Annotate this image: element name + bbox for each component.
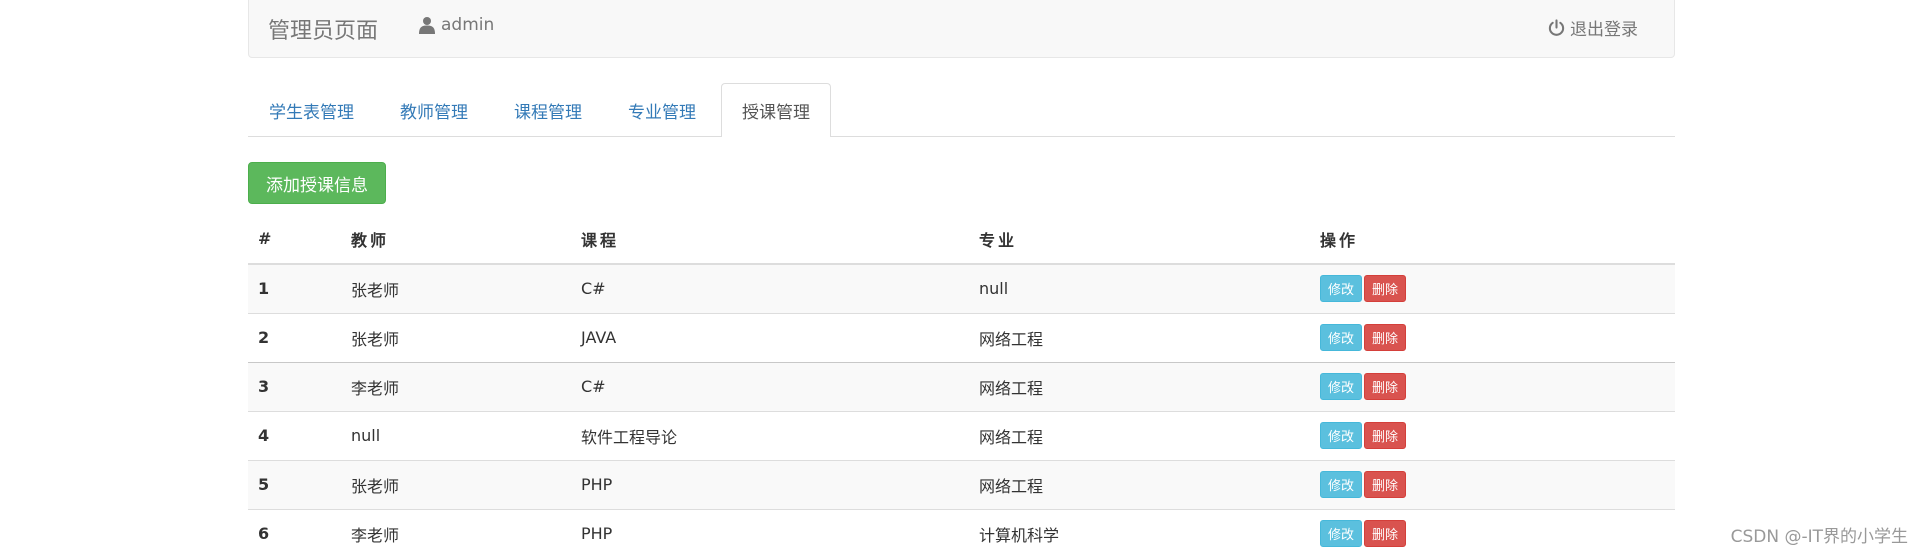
delete-button[interactable]: 删除: [1364, 373, 1407, 400]
table-row: 1 张老师 C# null 修改 删除: [248, 263, 1675, 313]
user-icon: [419, 17, 435, 34]
tab-major-management[interactable]: 专业管理: [607, 83, 717, 136]
row-actions: 修改 删除: [1310, 410, 1675, 460]
table-header-row: # 教师 课程 专业 操作: [248, 214, 1675, 265]
table-row: 2 张老师 JAVA 网络工程 修改 删除: [248, 312, 1675, 362]
row-major: 网络工程: [969, 410, 1310, 460]
row-major: 网络工程: [969, 361, 1310, 411]
row-major: 网络工程: [969, 312, 1310, 362]
edit-button[interactable]: 修改: [1320, 324, 1363, 351]
table-row: 3 李老师 C# 网络工程 修改 删除: [248, 361, 1675, 411]
row-course: C#: [571, 263, 969, 313]
current-user[interactable]: admin: [419, 15, 494, 35]
logout-label: 退出登录: [1570, 20, 1638, 40]
row-actions: 修改 删除: [1310, 263, 1675, 313]
header-major: 专业: [969, 214, 1310, 265]
management-tabs: 学生表管理 教师管理 课程管理 专业管理 授课管理: [248, 83, 1675, 137]
edit-button[interactable]: 修改: [1320, 471, 1363, 498]
edit-button[interactable]: 修改: [1320, 373, 1363, 400]
row-major: null: [969, 263, 1310, 313]
row-index: 3: [248, 361, 341, 411]
row-actions: 修改 删除: [1310, 508, 1675, 552]
row-actions: 修改 删除: [1310, 459, 1675, 509]
csdn-watermark: CSDN @-IT界的小学生: [1730, 527, 1908, 547]
row-index: 1: [248, 263, 341, 313]
row-course: C#: [571, 361, 969, 411]
row-index: 2: [248, 312, 341, 362]
tab-course-management[interactable]: 课程管理: [493, 83, 603, 136]
row-index: 6: [248, 508, 341, 552]
header-index: #: [248, 214, 341, 265]
row-course: JAVA: [571, 312, 969, 362]
delete-button[interactable]: 删除: [1364, 520, 1407, 548]
power-icon: [1548, 18, 1565, 36]
header-teacher: 教师: [341, 214, 571, 265]
edit-button[interactable]: 修改: [1320, 275, 1363, 303]
row-actions: 修改 删除: [1310, 361, 1675, 411]
row-course: PHP: [571, 459, 969, 509]
tab-teacher-management[interactable]: 教师管理: [379, 83, 489, 136]
tab-teaching-management[interactable]: 授课管理: [721, 83, 831, 137]
delete-button[interactable]: 删除: [1364, 471, 1407, 498]
row-teacher: 张老师: [341, 459, 571, 509]
delete-button[interactable]: 删除: [1364, 422, 1407, 449]
top-navbar: 管理员页面 admin 退出登录: [248, 0, 1675, 58]
header-course: 课程: [571, 214, 969, 265]
row-teacher: 李老师: [341, 508, 571, 552]
row-course: 软件工程导论: [571, 410, 969, 460]
table-row: 5 张老师 PHP 网络工程 修改 删除: [248, 459, 1675, 509]
delete-button[interactable]: 删除: [1364, 275, 1407, 303]
teaching-table: # 教师 课程 专业 操作 1 张老师 C# null 修改 删除 2 张老师 J…: [248, 214, 1675, 552]
table-row: 4 null 软件工程导论 网络工程 修改 删除: [248, 410, 1675, 460]
row-teacher: 李老师: [341, 361, 571, 411]
row-course: PHP: [571, 508, 969, 552]
current-user-label: admin: [441, 15, 495, 35]
row-index: 5: [248, 459, 341, 509]
edit-button[interactable]: 修改: [1320, 422, 1363, 449]
logout-link[interactable]: 退出登录: [1548, 15, 1638, 40]
row-index: 4: [248, 410, 341, 460]
row-major: 网络工程: [969, 459, 1310, 509]
header-actions: 操作: [1310, 214, 1675, 265]
table-row: 6 李老师 PHP 计算机科学 修改 删除: [248, 508, 1675, 552]
row-teacher: 张老师: [341, 312, 571, 362]
add-teaching-info-button[interactable]: 添加授课信息: [248, 162, 386, 204]
row-teacher: null: [341, 410, 571, 460]
edit-button[interactable]: 修改: [1320, 520, 1363, 548]
navbar-brand[interactable]: 管理员页面: [268, 13, 378, 45]
row-major: 计算机科学: [969, 508, 1310, 552]
row-actions: 修改 删除: [1310, 312, 1675, 362]
teaching-table-container: # 教师 课程 专业 操作 1 张老师 C# null 修改 删除 2 张老师 J…: [248, 214, 1675, 552]
row-teacher: 张老师: [341, 263, 571, 313]
tab-student-management[interactable]: 学生表管理: [248, 83, 375, 136]
delete-button[interactable]: 删除: [1364, 324, 1407, 351]
